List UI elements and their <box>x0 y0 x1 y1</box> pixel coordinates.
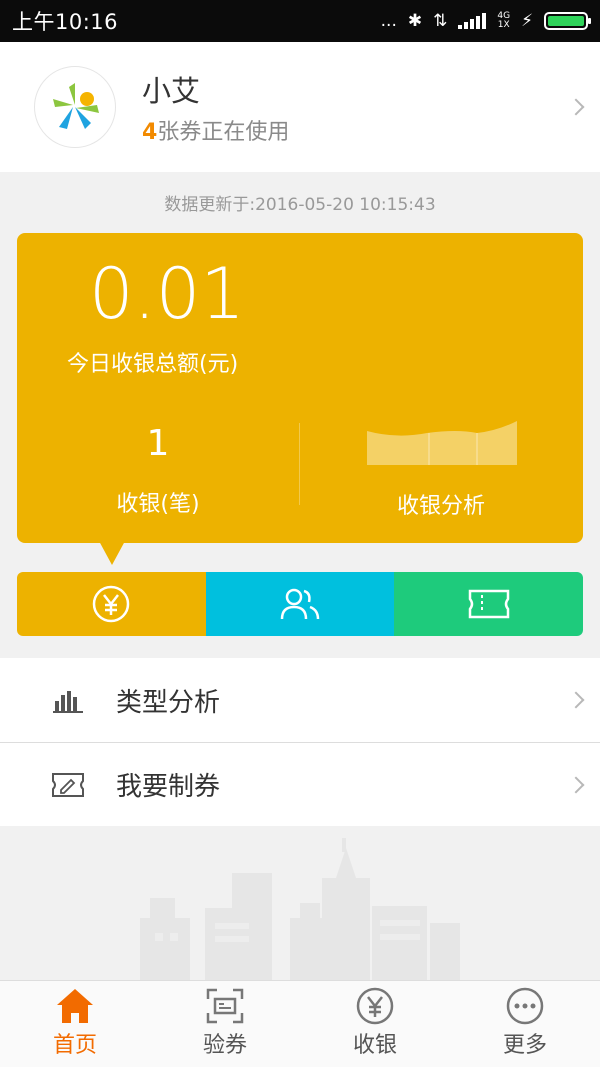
function-tabs <box>17 572 583 636</box>
nav-label: 验券 <box>202 1033 247 1058</box>
network-bottom: 1X <box>497 20 510 30</box>
home-icon <box>57 989 93 1023</box>
signal-icon <box>458 13 487 29</box>
chevron-right-icon <box>567 691 585 709</box>
menu-item-label: 我要制券 <box>116 772 221 802</box>
bottom-navigation: 首页 验券 收银 更多 <box>0 980 600 1067</box>
scan-coupon-icon <box>206 988 244 1024</box>
charging-icon: ⚡ <box>521 11 533 31</box>
tab-cashier[interactable] <box>17 572 206 636</box>
bluetooth-icon: ✱ <box>407 11 423 31</box>
transaction-count[interactable]: 1 <box>17 423 299 464</box>
total-amount: 0.01 <box>89 253 245 335</box>
total-amount-label: 今日收银总额(元) <box>67 352 239 377</box>
coupon-status-text: 张券正在使用 <box>157 120 290 145</box>
nav-label: 首页 <box>52 1033 97 1058</box>
menu-item-label: 类型分析 <box>116 687 221 718</box>
card-pointer <box>99 541 125 565</box>
ticket-icon <box>468 589 509 619</box>
network-type: 4G 1X <box>497 12 510 30</box>
update-timestamp: 数据更新于:2016-05-20 10:15:43 <box>164 195 436 215</box>
sales-trend-chart-icon[interactable] <box>367 419 519 467</box>
coupon-status: 4张券正在使用 <box>142 114 289 146</box>
merchant-profile[interactable]: 小艾 4张券正在使用 <box>0 42 600 172</box>
menu-item-type-analysis[interactable]: 类型分析 <box>0 658 600 742</box>
menu-list: 类型分析 我要制券 <box>0 658 600 826</box>
status-bar: 上午10:16 ... ✱ ⇅ 4G 1X ⚡ <box>0 0 600 42</box>
chevron-right-icon <box>567 98 585 116</box>
battery-icon <box>544 12 591 30</box>
city-skyline-illustration <box>140 838 460 980</box>
transaction-count-label[interactable]: 收银(笔) <box>17 486 299 518</box>
nav-verify-coupon[interactable]: 验券 <box>150 981 300 1067</box>
nav-label: 收银 <box>352 1033 397 1058</box>
status-dots: ... <box>380 11 397 31</box>
status-icons: ... ✱ ⇅ 4G 1X ⚡ <box>380 11 591 31</box>
menu-item-create-coupon[interactable]: 我要制券 <box>0 742 600 826</box>
sales-analysis-label[interactable]: 收银分析 <box>299 488 583 520</box>
nav-home[interactable]: 首页 <box>0 981 150 1067</box>
yen-icon <box>356 987 394 1025</box>
data-transfer-icon: ⇅ <box>433 11 448 31</box>
users-icon <box>280 588 320 620</box>
profile-texts: 小艾 4张券正在使用 <box>142 68 289 146</box>
bar-chart-icon <box>53 691 83 713</box>
coupon-edit-icon <box>52 772 84 797</box>
tab-members[interactable] <box>205 572 395 636</box>
more-icon <box>506 987 544 1025</box>
nav-cashier[interactable]: 收银 <box>300 981 450 1067</box>
merchant-name: 小艾 <box>142 74 201 108</box>
tab-coupons[interactable] <box>394 572 583 636</box>
nav-more[interactable]: 更多 <box>450 981 600 1067</box>
merchant-logo-icon <box>53 83 99 129</box>
yen-circle-icon <box>93 585 130 623</box>
status-time: 上午10:16 <box>12 10 119 34</box>
nav-label: 更多 <box>502 1033 547 1058</box>
avatar <box>34 66 116 148</box>
summary-card: 0.01 今日收银总额(元) 1 收银(笔) 收银分析 <box>17 233 583 565</box>
chevron-right-icon <box>567 776 585 793</box>
coupon-count: 4 <box>142 120 158 145</box>
